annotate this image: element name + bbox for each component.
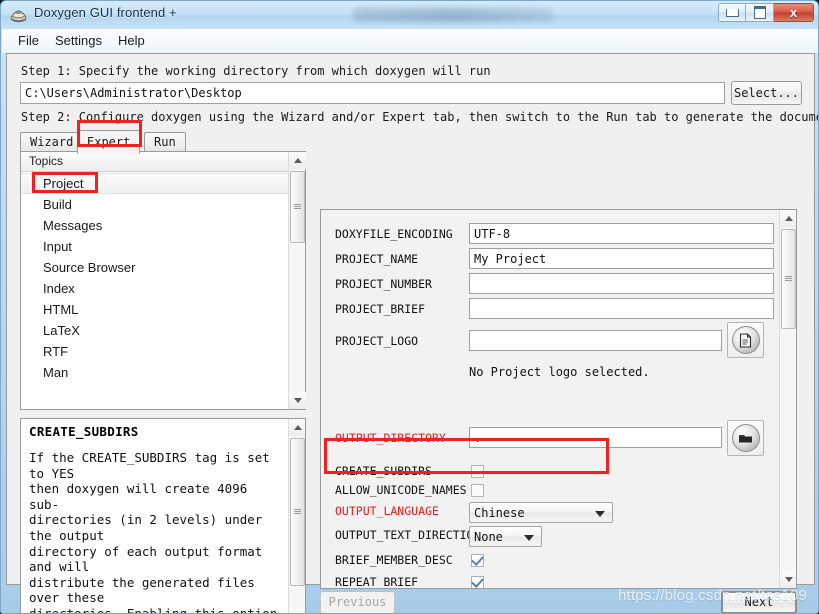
client-area: Step 1: Specify the working directory fr… (6, 53, 818, 613)
description-scroll-down-button[interactable] (289, 609, 305, 613)
watermark: https://blog.csdn.net/tas109 (618, 587, 808, 604)
chevron-up-icon (784, 216, 793, 221)
input-output-directory[interactable] (469, 427, 722, 448)
chevron-down-icon (293, 398, 302, 403)
label-output-text-direction: OUTPUT_TEXT_DIRECTION (335, 528, 481, 542)
project-logo-status: No Project logo selected. (469, 365, 650, 379)
label-output-language: OUTPUT_LANGUAGE (335, 504, 439, 518)
topic-item-input[interactable]: Input (21, 236, 290, 257)
grip-icon (294, 204, 301, 210)
topics-scroll-up-button[interactable] (289, 152, 306, 169)
input-project-name[interactable] (469, 248, 774, 269)
label-repeat-brief: REPEAT_BRIEF (335, 575, 419, 589)
label-project-name: PROJECT_NAME (335, 252, 419, 266)
label-project-logo: PROJECT_LOGO (335, 334, 419, 348)
maximize-button[interactable] (746, 3, 774, 22)
menu-file[interactable]: File (12, 32, 45, 50)
label-brief-member-desc: BRIEF_MEMBER_DESC (335, 553, 453, 567)
file-document-icon (731, 326, 760, 354)
menu-bar: File Settings Help (2, 29, 818, 53)
settings-scroll-up-button[interactable] (780, 210, 796, 227)
topics-list[interactable]: Project Build Messages Input Source Brow… (21, 173, 290, 409)
topics-header: Topics (21, 152, 305, 172)
topic-item-source-browser[interactable]: Source Browser (21, 257, 290, 278)
topic-item-build[interactable]: Build (21, 194, 290, 215)
label-project-brief: PROJECT_BRIEF (335, 302, 426, 316)
menu-help[interactable]: Help (112, 32, 151, 50)
description-scrollbar[interactable] (288, 419, 305, 613)
menu-settings[interactable]: Settings (49, 32, 108, 50)
topic-item-html[interactable]: HTML (21, 299, 290, 320)
browse-output-directory-button[interactable] (727, 420, 764, 456)
combo-output-text-direction-value: None (474, 530, 503, 544)
doxygen-app-icon (10, 10, 27, 23)
checkbox-allow-unicode-names[interactable] (471, 484, 484, 497)
topics-panel: Topics Project Build Messages Input Sour… (20, 151, 306, 410)
maximize-icon (753, 6, 766, 19)
grip-icon (785, 276, 792, 282)
combo-output-language[interactable]: Chinese (469, 502, 613, 523)
minimize-icon (725, 8, 739, 17)
description-content: CREATE_SUBDIRS If the CREATE_SUBDIRS tag… (21, 419, 289, 614)
title-bar: Doxygen GUI frontend + x (1, 1, 818, 29)
combo-output-language-value: Chinese (474, 506, 525, 520)
topic-item-project[interactable]: Project (21, 173, 290, 194)
topic-item-rtf[interactable]: RTF (21, 341, 290, 362)
description-scroll-thumb[interactable] (290, 438, 305, 586)
minimize-button[interactable] (718, 3, 746, 22)
obscured-title-text (353, 8, 553, 22)
description-body: If the CREATE_SUBDIRS tag is set to YES … (29, 450, 278, 614)
combo-output-text-direction[interactable]: None (469, 526, 542, 547)
label-output-directory: OUTPUT_DIRECTORY (335, 431, 446, 445)
chevron-down-icon (524, 535, 534, 541)
chevron-down-icon (595, 511, 605, 517)
input-project-brief[interactable] (469, 298, 774, 319)
label-project-number: PROJECT_NUMBER (335, 277, 432, 291)
tab-run[interactable]: Run (144, 132, 186, 152)
window-title: Doxygen GUI frontend + (34, 5, 177, 20)
input-project-number[interactable] (469, 273, 774, 294)
select-directory-button[interactable]: Select... (731, 81, 802, 105)
topic-item-man[interactable]: Man (21, 362, 290, 383)
chevron-down-icon (784, 577, 793, 582)
topic-item-index[interactable]: Index (21, 278, 290, 299)
settings-scroll-thumb[interactable] (781, 229, 796, 329)
checkbox-repeat-brief[interactable] (471, 576, 484, 588)
previous-button[interactable]: Previous (320, 591, 395, 613)
chevron-up-icon (293, 158, 302, 163)
label-doxyfile-encoding: DOXYFILE_ENCODING (335, 227, 453, 241)
browse-project-logo-button[interactable] (727, 322, 764, 358)
chevron-up-icon (293, 425, 302, 430)
description-scroll-up-button[interactable] (289, 419, 305, 436)
checkbox-create-subdirs[interactable] (471, 465, 484, 478)
topic-item-messages[interactable]: Messages (21, 215, 290, 236)
step2-label: Step 2: Configure doxygen using the Wiza… (21, 110, 819, 124)
input-doxyfile-encoding[interactable] (469, 223, 774, 244)
checkbox-brief-member-desc[interactable] (471, 554, 484, 567)
input-project-logo[interactable] (469, 330, 722, 351)
topic-item-latex[interactable]: LaTeX (21, 320, 290, 341)
close-icon: x (789, 5, 798, 20)
working-directory-input[interactable] (20, 82, 725, 104)
topics-scrollbar[interactable] (288, 152, 306, 409)
application-window: Doxygen GUI frontend + x File Settings H… (0, 0, 819, 614)
close-button[interactable]: x (774, 3, 814, 22)
description-title: CREATE_SUBDIRS (29, 424, 139, 439)
window-controls: x (718, 3, 814, 22)
step1-label: Step 1: Specify the working directory fr… (21, 64, 491, 78)
description-panel: CREATE_SUBDIRS If the CREATE_SUBDIRS tag… (20, 418, 306, 614)
topics-scroll-down-button[interactable] (289, 392, 306, 409)
settings-scroll-down-button[interactable] (780, 571, 796, 588)
tab-expert[interactable]: Expert (77, 130, 141, 154)
topics-scroll-thumb[interactable] (290, 171, 305, 243)
settings-scrollbar[interactable] (779, 210, 796, 588)
settings-panel: DOXYFILE_ENCODING PROJECT_NAME PROJECT_N… (320, 209, 797, 589)
folder-icon (731, 424, 760, 452)
grip-icon (294, 509, 301, 515)
tab-wizard[interactable]: Wizard (20, 132, 84, 152)
